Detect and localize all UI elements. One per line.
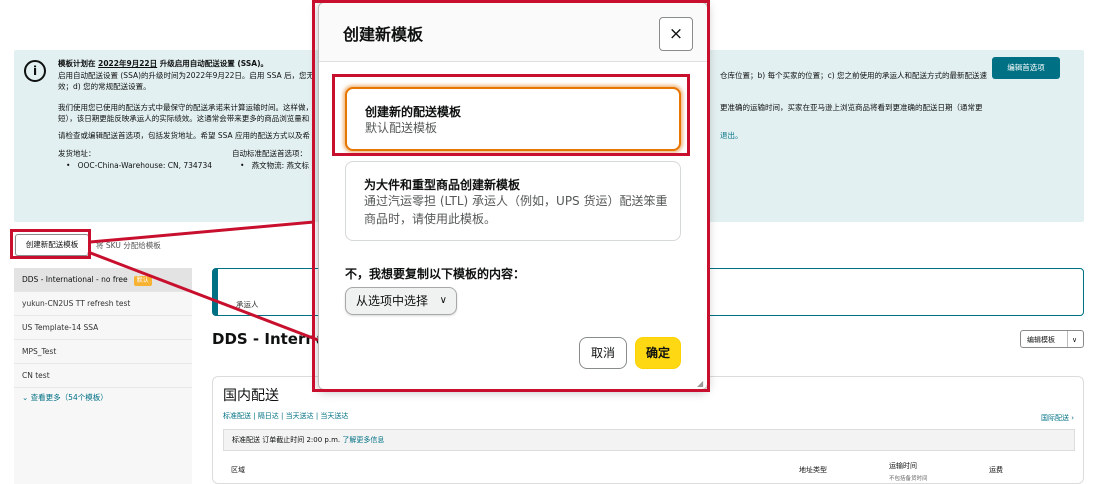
annotation-box-option-1: [332, 74, 690, 156]
annotation-box-modal: [312, 0, 710, 392]
